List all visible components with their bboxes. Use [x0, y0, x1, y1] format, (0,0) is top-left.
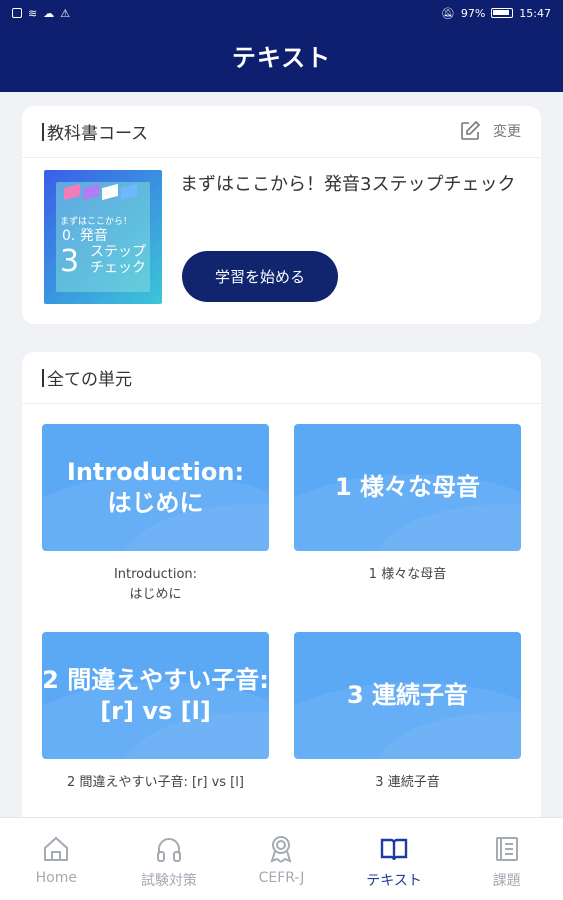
tab-exam-prep[interactable]: 試験対策 [113, 818, 226, 900]
thumb-big-number: 3 [60, 244, 80, 279]
tab-label: 試験対策 [140, 873, 197, 889]
wifi-icon: ≋ [28, 6, 38, 20]
bottom-tab-bar: Home 試験対策 CEFR-J テキスト 課題 [0, 817, 563, 900]
battery-icon [491, 8, 514, 18]
thumb-subtitle: まずはここから！ [60, 217, 133, 227]
tab-assignments[interactable]: 課題 [450, 818, 563, 900]
status-left-icons: ≋ ☁ ⚠ [12, 7, 70, 20]
tab-label: テキスト [366, 873, 422, 889]
course-thumbnail[interactable]: まずはここから！ 0. 発音 ステップ チェック 3 [44, 170, 162, 304]
textbook-course-card: 教科書コース 変更 まずはここから！ 0. 発音 ステップ チェック 3 まずは… [22, 106, 541, 324]
clock: 15:47 [519, 6, 551, 20]
tab-cefr-j[interactable]: CEFR-J [225, 818, 338, 900]
unit-caption: 3 連続子音 [375, 775, 440, 790]
unit-tile-intro[interactable]: Introduction: はじめに [42, 424, 269, 551]
course-title: まずはここから！発音3ステップチェック [180, 174, 516, 195]
course-info: まずはここから！発音3ステップチェック 学習を始める [180, 170, 540, 302]
battery-percent: 97% [460, 6, 486, 20]
status-right: 🔕︎ 97% 15:47 [441, 7, 551, 20]
unit-caption: 1 様々な母音 [368, 567, 447, 582]
book-icon [380, 838, 408, 861]
unit-tile-3[interactable]: 3 連続子音 [294, 632, 521, 759]
unit-tile-title: 3 連続子音 [346, 681, 469, 709]
unit-tile-title: Introduction: はじめに [66, 457, 245, 517]
units-section-title: 全ての単元 [47, 370, 132, 390]
headphones-icon [156, 838, 181, 862]
tab-text[interactable]: テキスト [338, 818, 451, 900]
unit-tile-2[interactable]: 2 間違えやすい子音: [r] vs [l] [42, 632, 269, 759]
status-bar: ≋ ☁ ⚠ 🔕︎ 97% 15:47 [0, 0, 563, 26]
course-section-title: 教科書コース [47, 124, 149, 144]
thumb-word-step: ステップ [90, 244, 146, 260]
award-icon [270, 836, 293, 863]
start-learning-button[interactable]: 学習を始める [182, 251, 338, 302]
section-marker [42, 368, 44, 387]
unit-tile-title: 2 間違えやすい子音: [r] vs [l] [42, 665, 269, 725]
assignment-icon [495, 837, 518, 861]
app-header: ≋ ☁ ⚠ 🔕︎ 97% 15:47 テキスト [0, 0, 563, 92]
thumb-word-check: チェック [90, 260, 146, 276]
tab-label: Home [35, 870, 77, 886]
mute-icon: 🔕︎ [440, 6, 455, 20]
home-icon [44, 836, 69, 861]
tab-label: CEFR-J [258, 870, 305, 886]
page-title: テキスト [231, 44, 332, 72]
units-section-header: 全ての単元 [22, 352, 541, 404]
unit-tile-1[interactable]: 1 様々な母音 [294, 424, 521, 551]
thumb-logo-blocks [64, 183, 137, 201]
unit-tile-title: 1 様々な母音 [334, 473, 481, 501]
thumb-number: 0. [62, 228, 76, 244]
tab-home[interactable]: Home [0, 818, 113, 900]
edit-icon [461, 120, 481, 140]
warning-icon: ⚠ [60, 6, 71, 20]
unit-caption: 2 間違えやすい子音: [r] vs [l] [67, 775, 244, 790]
thumb-word-pronunciation: 発音 [79, 228, 108, 244]
change-label: 変更 [493, 124, 521, 140]
course-item[interactable]: まずはここから！ 0. 発音 ステップ チェック 3 まずはここから！発音3ステ… [44, 170, 515, 304]
tab-label: 課題 [492, 873, 521, 889]
change-course-button[interactable]: 変更 [459, 120, 521, 142]
cloud-icon: ☁ [43, 6, 55, 20]
section-marker [42, 122, 44, 141]
sim-icon [12, 8, 22, 18]
all-units-card: 全ての単元 Introduction: はじめに Introduction: は… [22, 352, 541, 822]
course-section-header: 教科書コース 変更 [22, 106, 541, 158]
unit-caption: Introduction: はじめに [113, 567, 198, 602]
